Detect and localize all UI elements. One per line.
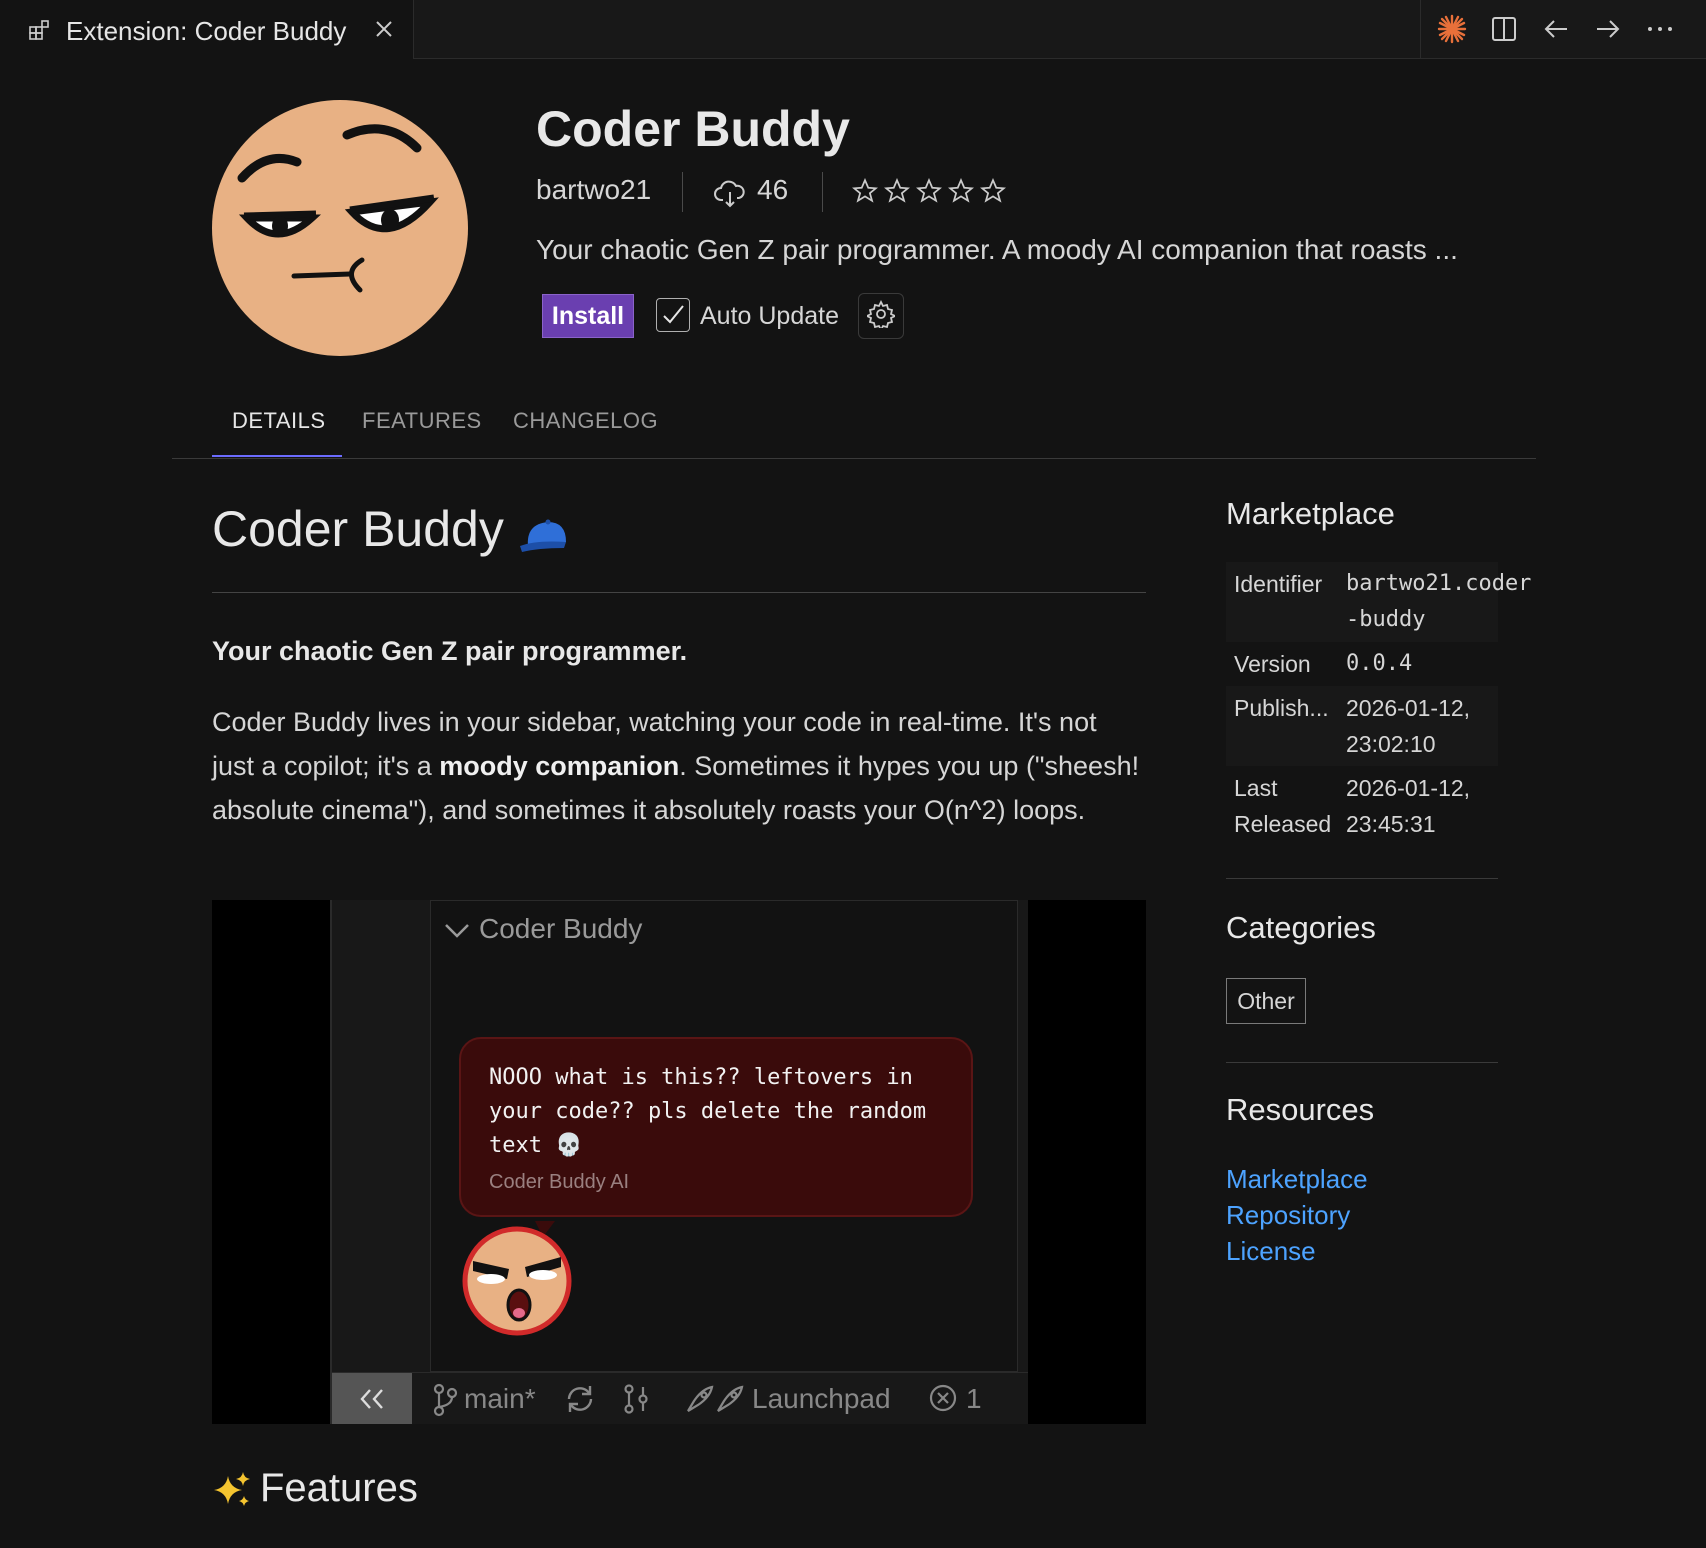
star-icon [915,177,943,204]
extension-logo [212,100,468,356]
version-label: Version [1234,651,1311,677]
repository-link[interactable]: Repository [1226,1200,1350,1231]
extensions-icon [28,18,52,42]
editor-tab-bar: Extension: Coder Buddy [0,0,1706,59]
screenshot-statusbar: main* Launchpad 1 [332,1372,1028,1424]
tab-changelog[interactable]: CHANGELOG [513,408,658,434]
chevron-down-icon [443,921,471,941]
extension-sidebar: Marketplace Identifier bartwo21.coder-bu… [1226,496,1531,1266]
install-count: 46 [757,174,789,205]
paragraph-bold: moody companion [439,751,680,781]
go-back-icon[interactable] [1541,14,1571,44]
readme-content: Coder Buddy Your chaotic Gen Z pair prog… [212,500,1146,825]
cap-icon [518,510,570,552]
category-tag[interactable]: Other [1226,978,1306,1024]
active-tab-indicator [212,455,342,457]
manage-button[interactable] [858,293,904,339]
close-icon[interactable] [372,17,396,41]
released-label: Last Released [1234,775,1332,837]
rating[interactable] [851,177,1007,204]
extension-nav-tabs: DETAILS FEATURES CHANGELOG [172,400,1536,459]
identifier-label: Identifier [1234,571,1323,597]
git-graph-icon [622,1383,650,1422]
tab-features[interactable]: FEATURES [362,408,482,434]
extension-name: Coder Buddy [536,101,850,157]
gear-icon [864,299,898,333]
split-editor-icon[interactable] [1489,14,1519,44]
categories-heading: Categories [1226,910,1376,945]
more-actions-icon[interactable] [1645,14,1675,44]
error-icon [928,1383,958,1420]
sparkles-icon [212,1470,252,1510]
info-row-released: Last Released 2026-01-12, 23:45:31 [1226,766,1498,846]
auto-update-label[interactable]: Auto Update [700,302,839,331]
features-heading-text: Features [260,1466,418,1510]
angry-buddy-avatar [459,1221,575,1337]
go-forward-icon[interactable] [1593,14,1623,44]
divider [682,172,683,212]
error-count: 1 [966,1383,982,1414]
screenshot-view: Coder Buddy NOOO what is this?? leftover… [430,900,1018,1372]
launchpad-label: Launchpad [752,1383,891,1414]
branch-icon [432,1383,458,1424]
identifier-value: bartwo21.coder-buddy [1346,571,1532,632]
screenshot-view-title: Coder Buddy [479,913,643,944]
editor-actions [1420,0,1706,58]
rocket-icon [684,1383,744,1422]
marketplace-link[interactable]: Marketplace [1226,1164,1368,1195]
branch-name: main* [464,1383,536,1414]
star-icon [947,177,975,204]
star-icon [851,177,879,204]
version-value: 0.0.4 [1346,651,1413,676]
bubble-message: NOOO what is this?? leftovers in your co… [489,1065,927,1158]
screenshot-sidebar: Coder Buddy NOOO what is this?? leftover… [330,900,1028,1424]
readme-screenshot: Coder Buddy NOOO what is this?? leftover… [212,900,1146,1424]
published-value: 2026-01-12, 23:02:10 [1346,695,1471,757]
remote-icon [332,1373,412,1424]
extension-meta: bartwo21 46 [536,172,1136,214]
tab-title: Extension: Coder Buddy [66,16,347,46]
tab-details[interactable]: DETAILS [232,408,326,434]
info-row-version: Version 0.0.4 [1226,642,1498,686]
readme-paragraph: Coder Buddy lives in your sidebar, watch… [212,700,1146,832]
divider [1226,1062,1498,1063]
resources-heading: Resources [1226,1092,1375,1127]
star-icon [883,177,911,204]
readme-heading-text: Coder Buddy [212,501,504,557]
speech-bubble: NOOO what is this?? leftovers in your co… [459,1037,973,1217]
editor-tab-extension[interactable]: Extension: Coder Buddy [0,0,414,59]
features-heading: Features [212,1466,418,1511]
published-label: Publish... [1234,695,1329,721]
cloud-download-icon [714,180,746,208]
short-description: Your chaotic Gen Z pair programmer. A mo… [536,234,1458,265]
info-row-published: Publish... 2026-01-12, 23:02:10 [1226,686,1498,766]
info-row-identifier: Identifier bartwo21.coder-buddy [1226,562,1531,642]
readme-tagline: Your chaotic Gen Z pair programmer. [212,636,688,666]
sync-icon [564,1383,596,1422]
star-icon [979,177,1007,204]
license-link[interactable]: License [1226,1236,1316,1267]
released-value: 2026-01-12, 23:45:31 [1346,775,1471,837]
install-button[interactable]: Install [542,294,634,338]
divider [1226,878,1498,879]
auto-update-checkbox[interactable] [656,298,690,332]
divider [822,172,823,212]
readme-heading: Coder Buddy [212,500,1146,593]
copilot-icon[interactable] [1437,14,1467,44]
marketplace-heading: Marketplace [1226,496,1395,531]
publisher-link[interactable]: bartwo21 [536,174,651,206]
bubble-author: Coder Buddy AI [489,1171,630,1193]
